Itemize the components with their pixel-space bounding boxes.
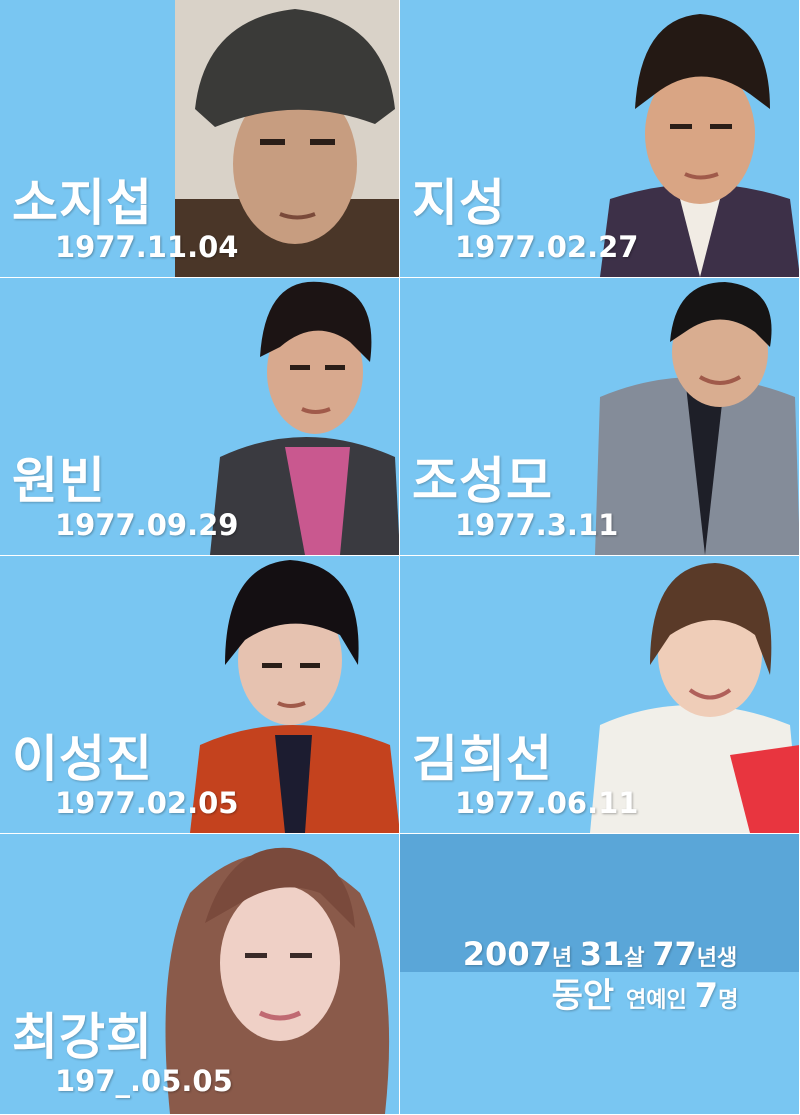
birth-date: 1977.02.05 bbox=[55, 786, 239, 820]
portrait-photo bbox=[210, 278, 399, 555]
person-card-7: 최강희 197_.05.05 bbox=[0, 834, 400, 1115]
celebrity-collage: 소지섭 1977.11.04 지성 1977.02.27 원빈 1977.09.… bbox=[0, 0, 800, 1115]
summary-line-2: 동안 연예인 7명 bbox=[551, 975, 739, 1016]
person-card-6: 김희선 1977.06.11 bbox=[400, 556, 800, 834]
person-name: 조성모 bbox=[412, 452, 553, 510]
birth-date: 1977.3.11 bbox=[455, 508, 619, 542]
person-name: 지성 bbox=[412, 174, 506, 232]
person-name: 이성진 bbox=[12, 730, 153, 788]
birth-date: 1977.09.29 bbox=[55, 508, 239, 542]
person-card-2: 지성 1977.02.27 bbox=[400, 0, 800, 278]
person-card-3: 원빈 1977.09.29 bbox=[0, 278, 400, 556]
person-card-1: 소지섭 1977.11.04 bbox=[0, 0, 400, 278]
person-name: 소지섭 bbox=[12, 174, 153, 232]
birth-date: 1977.02.27 bbox=[455, 230, 639, 264]
person-card-5: 이성진 1977.02.05 bbox=[0, 556, 400, 834]
birth-date: 1977.11.04 bbox=[55, 230, 239, 264]
portrait-photo bbox=[595, 278, 799, 555]
summary-headline: 2007년 31살 77년생 동안 연예인 7명 bbox=[405, 936, 795, 1016]
person-name: 원빈 bbox=[12, 452, 106, 510]
person-name: 김희선 bbox=[412, 730, 553, 788]
person-name: 최강희 bbox=[12, 1008, 153, 1066]
birth-date: 197_.05.05 bbox=[55, 1064, 233, 1098]
person-card-4: 조성모 1977.3.11 bbox=[400, 278, 800, 556]
birth-date: 1977.06.11 bbox=[455, 786, 639, 820]
summary-line-1: 2007년 31살 77년생 bbox=[462, 935, 738, 973]
